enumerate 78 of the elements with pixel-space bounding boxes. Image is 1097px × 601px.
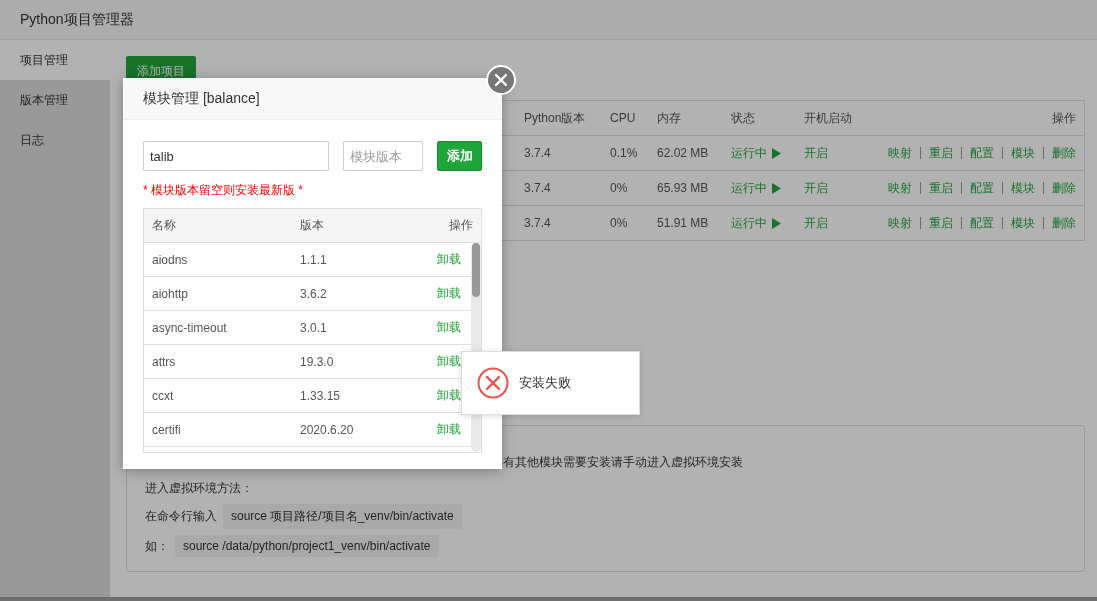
column-header: 版本 xyxy=(300,217,325,234)
column-header: CPU xyxy=(610,111,637,125)
action-link[interactable]: 映射 xyxy=(888,179,912,197)
sidebar-item[interactable]: 日志 xyxy=(0,120,110,160)
sidebar-item[interactable]: 项目管理 xyxy=(0,40,110,80)
table-cell-text: 3.6.2 xyxy=(300,286,328,301)
table-cell-text: ccxt xyxy=(152,388,175,403)
autostart-toggle[interactable]: 开启 xyxy=(804,179,888,197)
dialog-title: 模块管理 [balance] xyxy=(123,78,502,120)
info-text: 有其他模块需要安装请手动进入虚拟环境安装 xyxy=(503,453,743,471)
table-cell-text: 3.7.4 xyxy=(524,146,552,160)
action-link[interactable]: 配置 xyxy=(970,144,994,162)
command-code: source 项目路径/项目名_venv/bin/activate xyxy=(223,504,462,529)
close-icon[interactable] xyxy=(486,65,516,95)
uninstall-link[interactable]: 卸载 xyxy=(437,387,461,404)
column-header: 内存 xyxy=(657,109,682,127)
action-link[interactable]: 删除 xyxy=(1052,214,1076,232)
uninstall-link[interactable]: 卸载 xyxy=(437,319,461,336)
table-cell-text: 0% xyxy=(610,181,629,195)
action-link[interactable]: 模块 xyxy=(1011,144,1035,162)
play-icon[interactable] xyxy=(772,147,781,159)
play-icon[interactable] xyxy=(772,182,781,194)
table-cell-text: attrs xyxy=(152,354,177,369)
table-cell-text: 0% xyxy=(610,216,629,230)
module-name-field[interactable]: talib xyxy=(143,141,329,171)
column-header: 状态 xyxy=(731,109,756,127)
action-link[interactable]: 配置 xyxy=(970,179,994,197)
status-text: 运行中 xyxy=(731,144,767,162)
action-link[interactable]: 重启 xyxy=(929,214,953,232)
action-link[interactable]: 删除 xyxy=(1052,179,1076,197)
action-link[interactable]: 模块 xyxy=(1011,179,1035,197)
autostart-toggle[interactable]: 开启 xyxy=(804,214,888,232)
status-text: 运行中 xyxy=(731,214,767,232)
info-label: 在命令行输入 xyxy=(145,508,217,525)
window-title: Python项目管理器 xyxy=(0,0,1097,40)
table-cell-text: aiohttp xyxy=(152,286,190,301)
action-link[interactable]: 映射 xyxy=(888,214,912,232)
column-header: Python版本 xyxy=(524,109,587,127)
module-version-field[interactable]: 模块版本 xyxy=(343,141,423,171)
status-text: 运行中 xyxy=(731,179,767,197)
sidebar-item[interactable]: 版本管理 xyxy=(0,80,110,120)
table-cell-text: 1.1.1 xyxy=(300,252,328,267)
add-button[interactable]: 添加 xyxy=(437,141,482,171)
autostart-toggle[interactable]: 开启 xyxy=(804,144,888,162)
column-header: 名称 xyxy=(152,217,177,234)
uninstall-link[interactable]: 卸载 xyxy=(437,353,461,370)
column-header: 操作 xyxy=(1052,109,1077,127)
error-icon xyxy=(477,367,509,399)
table-cell-text: async-timeout xyxy=(152,320,228,335)
table-cell-text: 2020.6.20 xyxy=(300,422,355,437)
table-cell-text: 3.0.1 xyxy=(300,320,328,335)
table-cell-text: 3.7.4 xyxy=(524,181,552,195)
toast-message: 安装失败 xyxy=(519,374,571,392)
info-text: 进入虚拟环境方法： xyxy=(145,479,253,497)
hint-text: * 模块版本留空则安装最新版 * xyxy=(143,182,304,199)
action-link[interactable]: 模块 xyxy=(1011,214,1035,232)
play-icon[interactable] xyxy=(772,217,781,229)
table-cell-text: aiodns xyxy=(152,252,189,267)
uninstall-link[interactable]: 卸载 xyxy=(437,285,461,302)
uninstall-link[interactable]: 卸载 xyxy=(437,421,461,438)
table-cell-text: 62.02 MB xyxy=(657,146,710,160)
column-header: 操作 xyxy=(449,217,473,234)
action-link[interactable]: 配置 xyxy=(970,214,994,232)
table-cell-text: 0.1% xyxy=(610,146,639,160)
table-cell-text: 65.93 MB xyxy=(657,181,710,195)
action-link[interactable]: 重启 xyxy=(929,144,953,162)
table-cell-text: 3.7.4 xyxy=(524,216,552,230)
table-cell-text: certifi xyxy=(152,422,182,437)
info-label: 如： xyxy=(145,537,169,555)
action-link[interactable]: 重启 xyxy=(929,179,953,197)
column-header: 开机启动 xyxy=(804,109,853,127)
table-cell-text: 1.33.15 xyxy=(300,388,342,403)
action-link[interactable]: 删除 xyxy=(1052,144,1076,162)
table-cell-text: 51.91 MB xyxy=(657,216,710,230)
table-cell-text: 19.3.0 xyxy=(300,354,335,369)
action-link[interactable]: 映射 xyxy=(888,144,912,162)
command-code: source /data/python/project1_venv/bin/activate xyxy=(175,535,439,557)
uninstall-link[interactable]: 卸载 xyxy=(437,251,461,268)
